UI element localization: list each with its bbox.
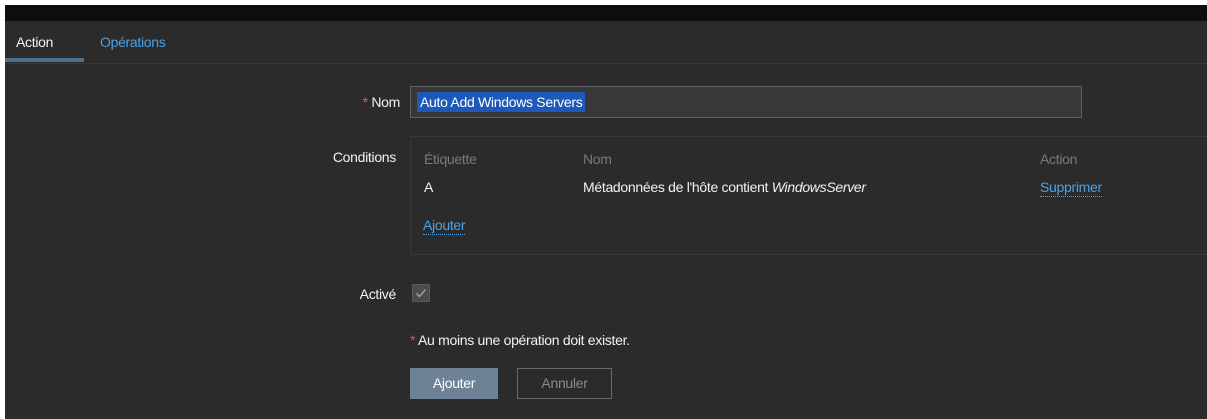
active-tab-indicator xyxy=(5,58,84,62)
condition-text: Métadonnées de l'hôte contient xyxy=(583,179,772,195)
header-name: Nom xyxy=(583,151,612,167)
note-text: Au moins une opération doit exister. xyxy=(417,332,630,348)
condition-value: WindowsServer xyxy=(771,179,866,195)
name-label-text: Nom xyxy=(371,94,400,110)
action-form-window: Action Opérations * Nom Auto Add Windows… xyxy=(5,5,1207,419)
condition-row-name: Métadonnées de l'hôte contient WindowsSe… xyxy=(583,179,866,195)
add-button[interactable]: Ajouter xyxy=(410,368,498,399)
header-action: Action xyxy=(1040,151,1078,167)
enabled-label: Activé xyxy=(359,286,397,302)
conditions-label: Conditions xyxy=(332,149,396,165)
conditions-table: Étiquette Nom Action A Métadonnées de l'… xyxy=(410,136,1207,255)
check-icon xyxy=(415,288,427,298)
tab-bar: Action Opérations xyxy=(5,21,1207,64)
tab-action[interactable]: Action xyxy=(16,34,53,50)
condition-row-label: A xyxy=(424,179,434,195)
tab-operations[interactable]: Opérations xyxy=(100,34,166,50)
operations-required-note: * Au moins une opération doit exister. xyxy=(410,332,630,348)
name-input-value: Auto Add Windows Servers xyxy=(417,92,586,112)
add-condition-link[interactable]: Ajouter xyxy=(423,217,466,235)
cancel-button[interactable]: Annuler xyxy=(517,368,612,399)
header-label: Étiquette xyxy=(424,151,477,167)
name-label: * Nom xyxy=(362,94,401,110)
required-mark-note: * xyxy=(410,332,416,348)
remove-condition-link[interactable]: Supprimer xyxy=(1040,179,1102,197)
top-bar xyxy=(5,5,1207,21)
required-mark: * xyxy=(362,94,368,110)
enabled-checkbox[interactable] xyxy=(412,284,430,302)
name-input[interactable]: Auto Add Windows Servers xyxy=(410,86,1082,118)
